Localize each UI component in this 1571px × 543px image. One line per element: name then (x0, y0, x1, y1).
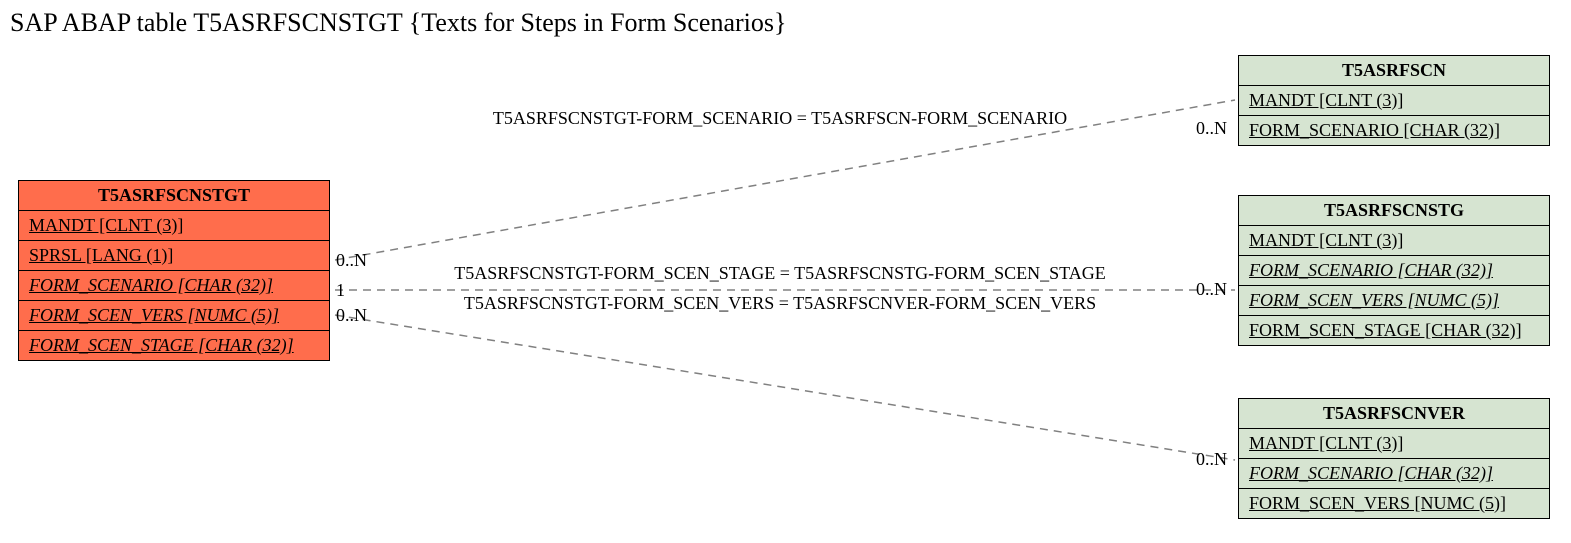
join-label-1: T5ASRFSCNSTGT-FORM_SCENARIO = T5ASRFSCN-… (440, 108, 1120, 129)
field-mandt: MANDT [CLNT (3)] (1239, 86, 1549, 116)
field-form-scenario: FORM_SCENARIO [CHAR (32)] (1239, 459, 1549, 489)
cardinality-main-bot: 0..N (336, 305, 367, 326)
entity-header: T5ASRFSCNSTG (1239, 196, 1549, 226)
field-form-scen-stage: FORM_SCEN_STAGE [CHAR (32)] (1239, 316, 1549, 345)
entity-header: T5ASRFSCNSTGT (19, 181, 329, 211)
field-form-scenario: FORM_SCENARIO [CHAR (32)] (19, 271, 329, 301)
entity-header: T5ASRFSCNVER (1239, 399, 1549, 429)
join-label-3: T5ASRFSCNSTGT-FORM_SCEN_VERS = T5ASRFSCN… (395, 293, 1165, 314)
cardinality-rel-1: 0..N (1196, 118, 1227, 139)
entity-t5asrfscn: T5ASRFSCN MANDT [CLNT (3)] FORM_SCENARIO… (1238, 55, 1550, 146)
cardinality-rel-2: 0..N (1196, 279, 1227, 300)
entity-t5asrfscnstg: T5ASRFSCNSTG MANDT [CLNT (3)] FORM_SCENA… (1238, 195, 1550, 346)
er-diagram: SAP ABAP table T5ASRFSCNSTGT {Texts for … (0, 0, 1571, 543)
field-mandt: MANDT [CLNT (3)] (1239, 226, 1549, 256)
field-form-scenario: FORM_SCENARIO [CHAR (32)] (1239, 116, 1549, 145)
field-form-scenario: FORM_SCENARIO [CHAR (32)] (1239, 256, 1549, 286)
field-form-scen-vers: FORM_SCEN_VERS [NUMC (5)] (1239, 489, 1549, 518)
field-mandt: MANDT [CLNT (3)] (1239, 429, 1549, 459)
cardinality-main-top: 0..N (336, 250, 367, 271)
field-mandt: MANDT [CLNT (3)] (19, 211, 329, 241)
field-form-scen-vers: FORM_SCEN_VERS [NUMC (5)] (1239, 286, 1549, 316)
field-form-scen-vers: FORM_SCEN_VERS [NUMC (5)] (19, 301, 329, 331)
page-title: SAP ABAP table T5ASRFSCNSTGT {Texts for … (10, 8, 786, 38)
field-form-scen-stage: FORM_SCEN_STAGE [CHAR (32)] (19, 331, 329, 360)
entity-t5asrfscnver: T5ASRFSCNVER MANDT [CLNT (3)] FORM_SCENA… (1238, 398, 1550, 519)
cardinality-main-mid: 1 (336, 280, 345, 301)
entity-header: T5ASRFSCN (1239, 56, 1549, 86)
entity-t5asrfscnstgt: T5ASRFSCNSTGT MANDT [CLNT (3)] SPRSL [LA… (18, 180, 330, 361)
field-sprsl: SPRSL [LANG (1)] (19, 241, 329, 271)
cardinality-rel-3: 0..N (1196, 449, 1227, 470)
join-label-2: T5ASRFSCNSTGT-FORM_SCEN_STAGE = T5ASRFSC… (395, 263, 1165, 284)
